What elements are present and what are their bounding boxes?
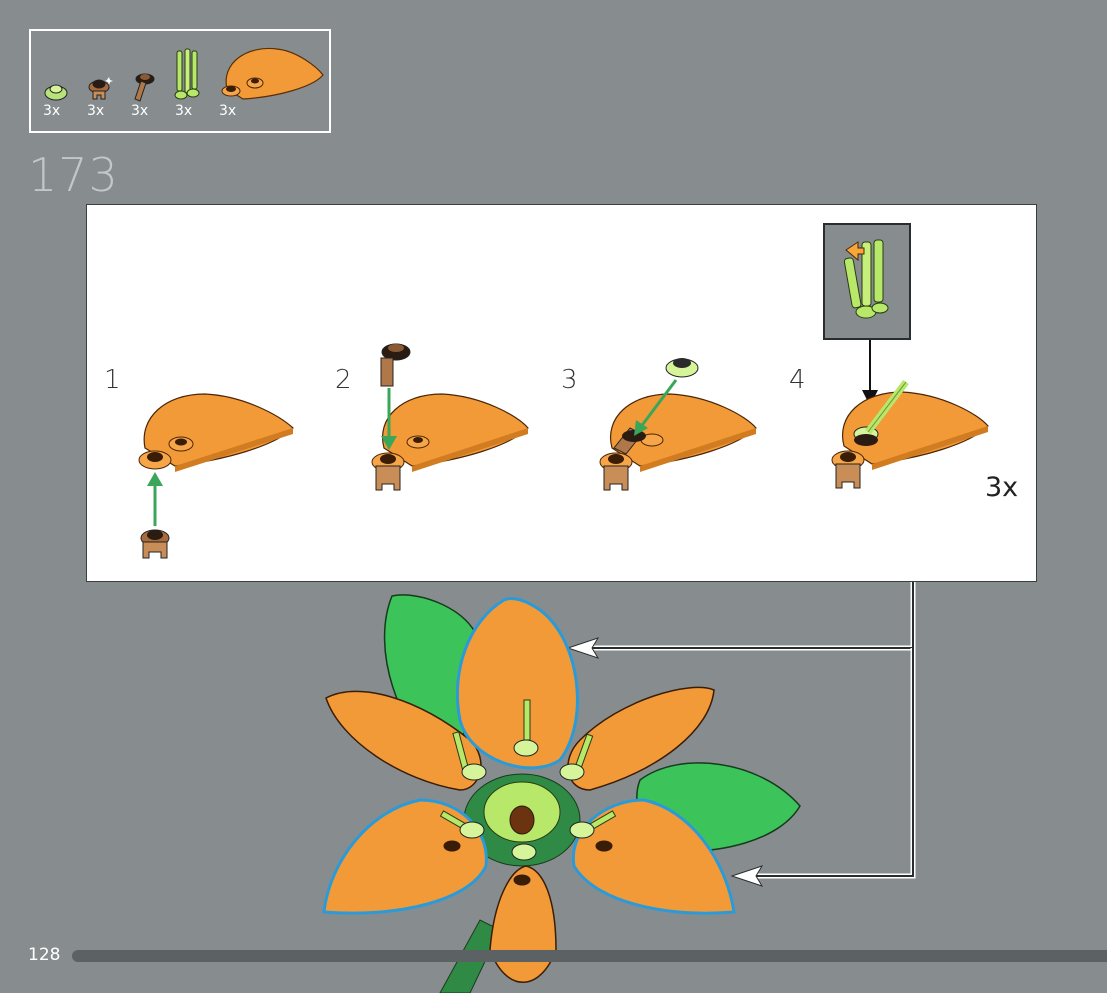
flower-assembly-illustration	[322, 594, 801, 993]
progress-bar	[72, 950, 1107, 962]
page-number: 128	[28, 945, 61, 965]
